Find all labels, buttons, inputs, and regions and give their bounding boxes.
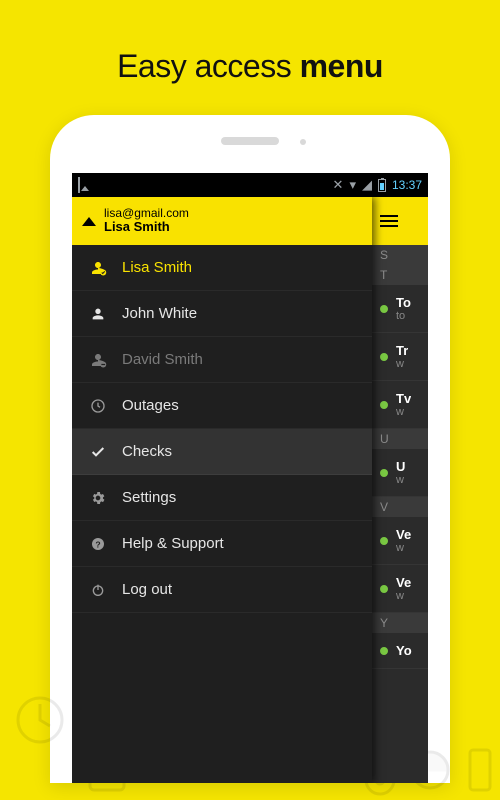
checks-list[interactable]: STTotoTrwTvwUUwVVewVewYYo bbox=[372, 245, 428, 669]
nav-drawer: lisa@gmail.com Lisa Smith Lisa Smith bbox=[72, 197, 372, 783]
chevron-up-icon bbox=[82, 217, 96, 226]
list-item[interactable]: Uw bbox=[372, 449, 428, 497]
status-bar: ✕ ▾ ◢ 13:37 bbox=[72, 173, 428, 197]
drawer-item-outages[interactable]: Outages bbox=[72, 383, 372, 429]
list-item-subtitle: w bbox=[396, 542, 411, 554]
list-item[interactable]: Vew bbox=[372, 565, 428, 613]
drawer-item-label: Help & Support bbox=[122, 535, 224, 552]
list-item-title: U bbox=[396, 459, 405, 474]
account-header[interactable]: lisa@gmail.com Lisa Smith bbox=[72, 197, 372, 245]
status-dot-icon bbox=[380, 647, 388, 655]
list-item-title: Yo bbox=[396, 643, 412, 658]
status-dot-icon bbox=[380, 401, 388, 409]
account-name: Lisa Smith bbox=[104, 220, 189, 235]
drawer-item-help[interactable]: ? Help & Support bbox=[72, 521, 372, 567]
list-item[interactable]: Tvw bbox=[372, 381, 428, 429]
list-item-subtitle: w bbox=[396, 358, 408, 370]
status-dot-icon bbox=[380, 469, 388, 477]
hamburger-icon[interactable] bbox=[380, 215, 398, 227]
status-dot-icon bbox=[380, 305, 388, 313]
user-icon bbox=[88, 304, 108, 324]
signal-icon: ◢ bbox=[362, 177, 372, 193]
drawer-user-david[interactable]: David Smith bbox=[72, 337, 372, 383]
screen: ✕ ▾ ◢ 13:37 lisa@gmail.com Lisa Smith bbox=[72, 173, 428, 783]
drawer-user-label: David Smith bbox=[122, 351, 203, 368]
main-header bbox=[372, 197, 428, 245]
help-icon: ? bbox=[88, 534, 108, 554]
svg-text:?: ? bbox=[95, 539, 100, 549]
list-item-subtitle: w bbox=[396, 474, 405, 486]
drawer-item-label: Log out bbox=[122, 581, 172, 598]
list-item[interactable]: Vew bbox=[372, 517, 428, 565]
drawer-user-label: Lisa Smith bbox=[122, 259, 192, 276]
promo-headline: Easy access menu bbox=[0, 0, 500, 115]
list-item-title: To bbox=[396, 295, 411, 310]
drawer-menu: Lisa Smith John White David Smith bbox=[72, 245, 372, 613]
drawer-user-john[interactable]: John White bbox=[72, 291, 372, 337]
wifi-icon: ▾ bbox=[349, 177, 356, 193]
drawer-item-label: Outages bbox=[122, 397, 179, 414]
drawer-item-settings[interactable]: Settings bbox=[72, 475, 372, 521]
status-dot-icon bbox=[380, 537, 388, 545]
drawer-user-lisa[interactable]: Lisa Smith bbox=[72, 245, 372, 291]
status-dot-icon bbox=[380, 353, 388, 361]
power-icon bbox=[88, 580, 108, 600]
drawer-item-label: Settings bbox=[122, 489, 176, 506]
drawer-user-label: John White bbox=[122, 305, 197, 322]
list-item-title: Ve bbox=[396, 575, 411, 590]
list-item[interactable]: Yo bbox=[372, 633, 428, 669]
clock-icon bbox=[88, 396, 108, 416]
account-email: lisa@gmail.com bbox=[104, 207, 189, 221]
status-dot-icon bbox=[380, 585, 388, 593]
drawer-item-checks[interactable]: Checks bbox=[72, 429, 372, 475]
section-header: S bbox=[372, 245, 428, 265]
list-item-subtitle: w bbox=[396, 406, 411, 418]
mute-icon: ✕ bbox=[333, 177, 344, 193]
drawer-item-logout[interactable]: Log out bbox=[72, 567, 372, 613]
list-item[interactable]: Toto bbox=[372, 285, 428, 333]
drawer-item-label: Checks bbox=[122, 443, 172, 460]
battery-icon bbox=[378, 179, 386, 192]
list-item-title: Ve bbox=[396, 527, 411, 542]
list-item-title: Tr bbox=[396, 343, 408, 358]
list-item-subtitle: to bbox=[396, 310, 411, 322]
user-minus-icon bbox=[88, 350, 108, 370]
phone-frame: ✕ ▾ ◢ 13:37 lisa@gmail.com Lisa Smith bbox=[50, 115, 450, 783]
gear-icon bbox=[88, 488, 108, 508]
section-header: Y bbox=[372, 613, 428, 633]
check-icon bbox=[88, 442, 108, 462]
list-item-subtitle: w bbox=[396, 590, 411, 602]
list-item[interactable]: Trw bbox=[372, 333, 428, 381]
main-panel: STTotoTrwTvwUUwVVewVewYYo bbox=[372, 197, 428, 783]
clock-text: 13:37 bbox=[392, 178, 422, 192]
list-item-title: Tv bbox=[396, 391, 411, 406]
section-header: U bbox=[372, 429, 428, 449]
section-header: V bbox=[372, 497, 428, 517]
notification-image-icon bbox=[78, 177, 80, 193]
user-check-icon bbox=[88, 258, 108, 278]
section-header: T bbox=[372, 265, 428, 285]
